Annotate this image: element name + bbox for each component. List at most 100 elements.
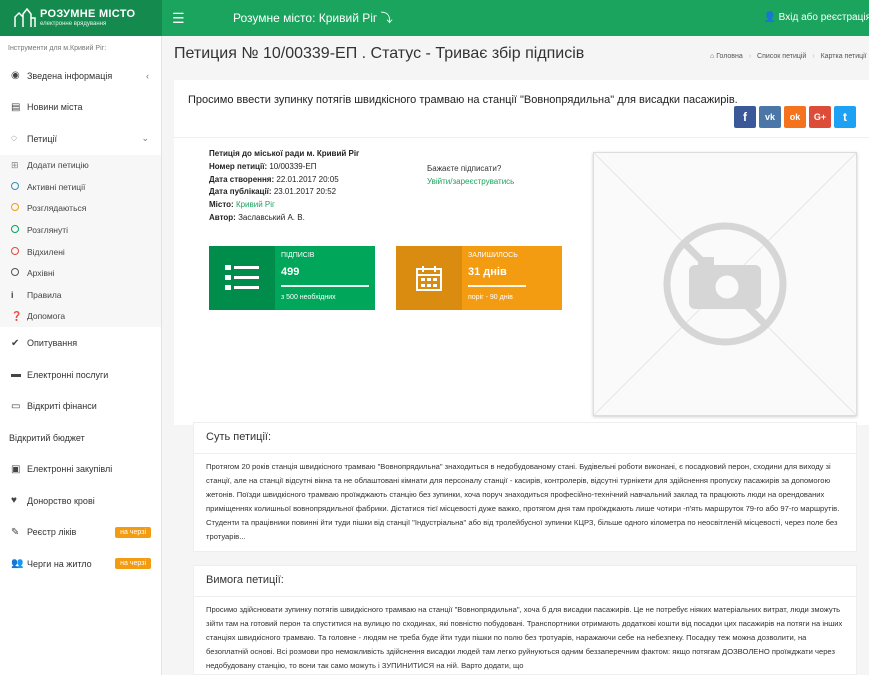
sidebar-item-label: Відкритий бюджет — [9, 432, 85, 443]
sidebar-item-label: Розглянуті — [27, 225, 69, 236]
sidebar-item-archived[interactable]: Архівні — [0, 262, 161, 284]
sidebar-item-label: Опитування — [27, 338, 78, 348]
city-link[interactable]: Кривий Ріг — [236, 200, 275, 209]
comment-icon: ◌ — [11, 133, 17, 145]
circle-icon — [11, 246, 27, 257]
sidebar-item-label: Правила — [27, 289, 62, 300]
breadcrumb: ⌂ Головна › Список петицій › Картка пети… — [710, 53, 867, 60]
sidebar-item-label: Архівні — [27, 268, 55, 279]
odnoklassniki-icon[interactable]: ok — [784, 106, 806, 128]
sidebar-caption: Інструменти для м.Кривий Ріг: — [8, 45, 107, 52]
sidebar-item-label: Новини міста — [27, 102, 83, 113]
plus-square-icon: ⊞ — [11, 159, 19, 170]
sidebar-item-help[interactable]: ❓ Допомога — [0, 306, 161, 328]
sidebar-item-label: Реєстр ліків — [27, 527, 77, 537]
home-icon: ⌂ — [710, 53, 715, 60]
sign-prompt: Бажаєте підписати? Увійти/зареєструватис… — [427, 162, 514, 188]
check-icon: ✔ — [11, 337, 20, 349]
author-name: Заславський А. В. — [238, 212, 305, 222]
sidebar-item-label: Активні петиції — [27, 181, 86, 192]
remaining-stat: ЗАЛИШИЛОСЬ 31 днів поріг - 90 днів — [396, 246, 562, 310]
googleplus-icon[interactable]: G+ — [809, 106, 831, 128]
demand-title: Вимога петиції: — [206, 574, 284, 586]
number-label: Номер петиції: — [209, 161, 268, 171]
sidebar-item-active-petitions[interactable]: Активні петиції — [0, 176, 161, 198]
breadcrumb-separator: › — [812, 53, 815, 60]
twitter-icon[interactable]: t — [834, 106, 856, 128]
sidebar-item-label: Відкриті фінанси — [27, 401, 97, 411]
sidebar-item-under-review[interactable]: Розглядаються — [0, 198, 161, 220]
vk-icon[interactable]: vk — [759, 106, 781, 128]
sidebar-item-blood-donation[interactable]: ♥ Донорство крові — [0, 485, 161, 517]
logo[interactable]: РОЗУМНЕ МІСТО електронне врядування — [0, 0, 162, 36]
chevron-left-icon: ‹ — [146, 70, 149, 81]
petition-number: 10/00339-ЕП — [269, 161, 317, 171]
sidebar-item-reviewed[interactable]: Розглянуті — [0, 219, 161, 241]
published-date: 23.01.2017 20:52 — [273, 187, 337, 197]
sidebar-item-rules[interactable]: i Правила — [0, 284, 161, 306]
sidebar-item-rejected[interactable]: Відхилені — [0, 241, 161, 263]
login-link[interactable]: 👤 Вхід або реєстрація — [763, 12, 869, 24]
sidebar-item-label: Електронні закупівлі — [27, 464, 113, 474]
sidebar-item-petitions[interactable]: ◌ Петиції ⌄ — [0, 123, 161, 155]
sidebar-item-housing-queue[interactable]: 👥 Черги на житло на черзі — [0, 548, 161, 580]
section-divider — [194, 453, 856, 454]
edit-icon: ✎ — [11, 526, 20, 538]
breadcrumb-current: Картка петиції — [820, 53, 867, 60]
author-label: Автор: — [209, 212, 236, 222]
calendar-icon — [396, 246, 462, 310]
sidebar-item-summary[interactable]: ◉ Зведена інформація ‹ — [0, 60, 161, 92]
city-label: Розумне місто: Кривий Ріг — [233, 11, 378, 25]
petition-photo-placeholder — [593, 152, 857, 416]
breadcrumb-home[interactable]: Головна — [716, 53, 743, 60]
sidebar-item-label: Електронні послуги — [27, 369, 109, 380]
city-selector[interactable]: Розумне місто: Кривий Ріг ⤵ — [233, 11, 393, 25]
sidebar-item-polls[interactable]: ✔ Опитування — [0, 327, 161, 359]
sidebar-item-label: Зведена інформація — [27, 70, 113, 81]
list-icon — [209, 246, 275, 310]
city-arrow-icon: ⤵ — [380, 11, 393, 25]
section-divider — [194, 596, 856, 597]
sidebar-item-label: Допомога — [27, 311, 66, 322]
social-share-bar: f vk ok G+ t — [734, 106, 856, 128]
sidebar-item-drug-registry[interactable]: ✎ Реєстр ліків на черзі — [0, 516, 161, 548]
sidebar-item-label: Розглядаються — [27, 203, 87, 214]
question-icon: ❓ — [11, 310, 23, 321]
newspaper-icon: ▤ — [11, 101, 21, 113]
sidebar-item-e-services[interactable]: ▬ Електронні послуги — [0, 359, 161, 391]
sidebar-item-open-budget[interactable]: Відкритий бюджет — [0, 422, 161, 454]
facebook-icon[interactable]: f — [734, 106, 756, 128]
sidebar-item-label: Донорство крові — [27, 495, 95, 506]
essence-title: Суть петиції: — [206, 431, 272, 443]
sidebar-item-procurement[interactable]: ▣ Електронні закупівлі — [0, 453, 161, 485]
page-title: Петиция № 10/00339-ЕП . Статус - Триває … — [174, 45, 585, 62]
login-register-link[interactable]: Увійти/зареєструватись — [427, 175, 514, 188]
sidebar-item-label: Додати петицію — [27, 160, 89, 171]
demand-text: Просимо здійснювати зупинку потягів швид… — [206, 605, 843, 670]
login-label: Вхід або реєстрація — [778, 12, 869, 23]
sidebar-item-open-finance[interactable]: ▭ Відкриті фінанси — [0, 390, 161, 422]
city-field-label: Місто: — [209, 200, 234, 210]
circle-icon — [11, 268, 27, 278]
dashboard-icon: ◉ — [11, 70, 20, 82]
petition-headline: Просимо ввести зупинку потягів швидкісно… — [188, 94, 738, 106]
card-icon: ▭ — [11, 400, 21, 412]
breadcrumb-petition-list[interactable]: Список петицій — [757, 53, 806, 60]
petition-info-panel: Петиція до міської ради м. Кривий Ріг Но… — [174, 138, 869, 425]
top-bar: РОЗУМНЕ МІСТО електронне врядування ☰ Ро… — [0, 0, 869, 36]
sidebar-item-label: Петиції — [27, 133, 57, 144]
logo-title: РОЗУМНЕ МІСТО — [40, 7, 136, 20]
sidebar-item-add-petition[interactable]: ⊞ Додати петицію — [0, 155, 161, 177]
no-photo-icon — [593, 152, 857, 416]
sidebar-item-news[interactable]: ▤ Новини міста — [0, 92, 161, 124]
sidebar-item-label: Черги на житло — [27, 558, 92, 569]
user-icon: 👤 — [763, 12, 776, 23]
remaining-threshold: поріг - 90 днів — [468, 294, 513, 301]
money-icon: ▣ — [11, 463, 21, 475]
essence-text: Протягом 20 років станція швидкісного тр… — [206, 462, 840, 541]
chevron-down-icon: ⌄ — [141, 133, 149, 144]
signatures-label: ПІДПИСІВ — [281, 252, 315, 259]
sidebar: Інструменти для м.Кривий Ріг: ◉ Зведена … — [0, 36, 162, 675]
remaining-progress — [468, 285, 527, 287]
menu-toggle-icon[interactable]: ☰ — [172, 11, 185, 25]
